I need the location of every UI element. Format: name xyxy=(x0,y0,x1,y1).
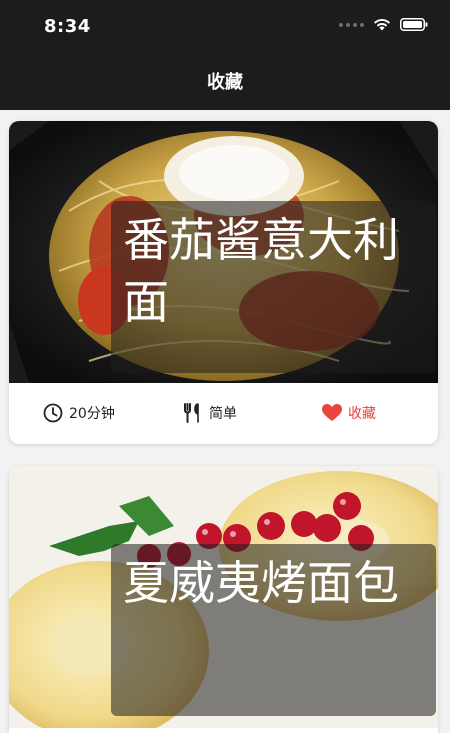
cook-time: 20分钟 xyxy=(43,403,115,423)
difficulty-label: 简单 xyxy=(209,406,237,422)
recipe-card[interactable]: 夏威夷烤面包 xyxy=(9,466,438,733)
heart-icon xyxy=(322,404,342,421)
status-time: 8:34 xyxy=(44,16,91,37)
page-title: 收藏 xyxy=(207,72,243,93)
utensils-icon xyxy=(184,403,199,423)
recipe-photo: 夏威夷烤面包 xyxy=(9,466,438,728)
favorite-label: 收藏 xyxy=(348,406,376,422)
signal-icon xyxy=(339,22,364,27)
difficulty: 简单 xyxy=(183,403,237,423)
recipe-title: 番茄酱意大利面 xyxy=(111,201,436,373)
clock-icon xyxy=(43,403,63,423)
favorite-button[interactable]: 收藏 xyxy=(322,403,376,423)
recipe-title: 夏威夷烤面包 xyxy=(111,544,436,716)
recipe-card[interactable]: 番茄酱意大利面 20分钟 简单 收藏 xyxy=(9,121,438,444)
status-indicators xyxy=(339,18,428,31)
app-header: 8:34 收藏 xyxy=(0,0,450,110)
cook-time-label: 20分钟 xyxy=(69,406,115,422)
wifi-icon xyxy=(374,18,390,31)
battery-icon xyxy=(400,18,428,31)
recipe-meta: 20分钟 简单 收藏 xyxy=(9,383,438,444)
recipe-photo: 番茄酱意大利面 xyxy=(9,121,438,383)
